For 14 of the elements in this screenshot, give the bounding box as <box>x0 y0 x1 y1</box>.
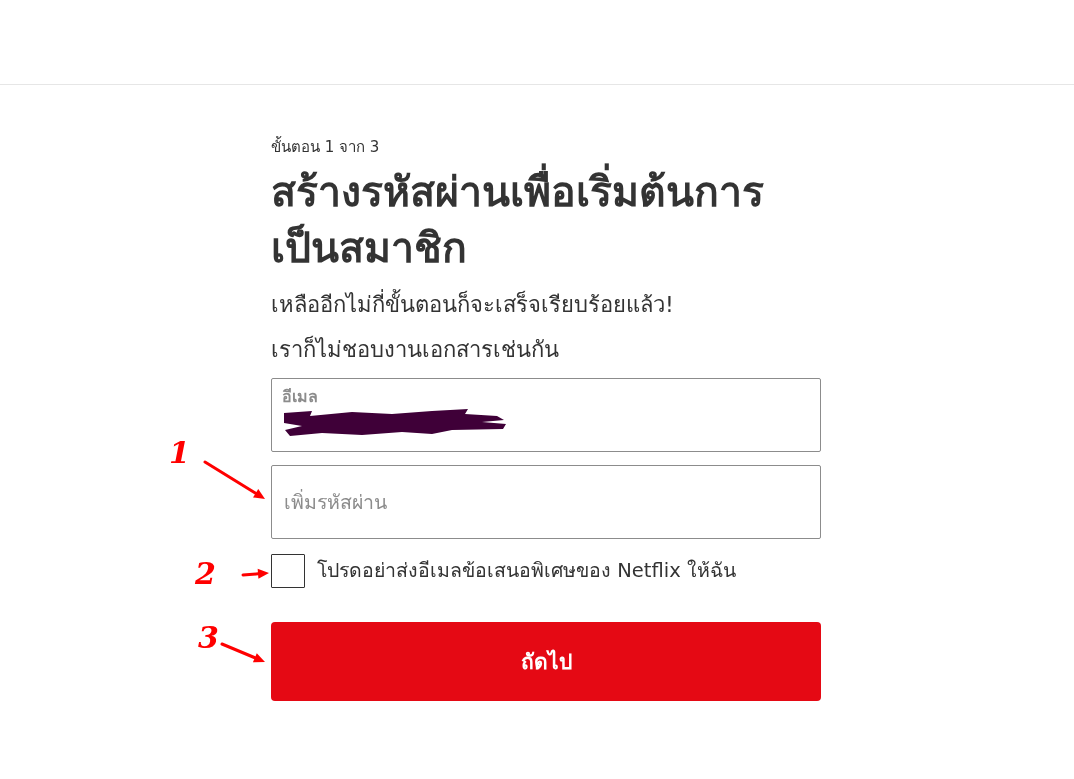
checkbox[interactable] <box>271 554 305 588</box>
step-indicator: ขั้นตอน 1 จาก 3 <box>271 137 381 157</box>
subtitle-text: เหลืออีกไม่กี่ขั้นตอนก็จะเสร็จเรียบร้อยแล้ว! <box>271 291 821 319</box>
annotation-number: 3 <box>198 622 219 654</box>
subtitle-text: เราก็ไม่ชอบงานเอกสารเช่นกัน <box>271 336 560 364</box>
password-field[interactable]: เพิ่มรหัสผ่าน <box>271 465 821 539</box>
annotation-number: 1 <box>169 437 190 469</box>
checkbox-label: โปรดอย่าส่งอีเมลข้อเสนอพิเศษของ Netflix ให้ฉัน <box>317 558 736 584</box>
annotation-arrow <box>242 568 270 581</box>
email-field[interactable]: อีเมล <box>271 378 821 452</box>
next-button[interactable]: ถัดไป <box>271 622 821 701</box>
email-label: อีเมล <box>282 387 318 407</box>
annotation-number: 2 <box>195 558 216 590</box>
page-title: สร้างรหัสผ่านเพื่อเริ่มต้นการเป็นสมาชิก <box>271 164 821 276</box>
